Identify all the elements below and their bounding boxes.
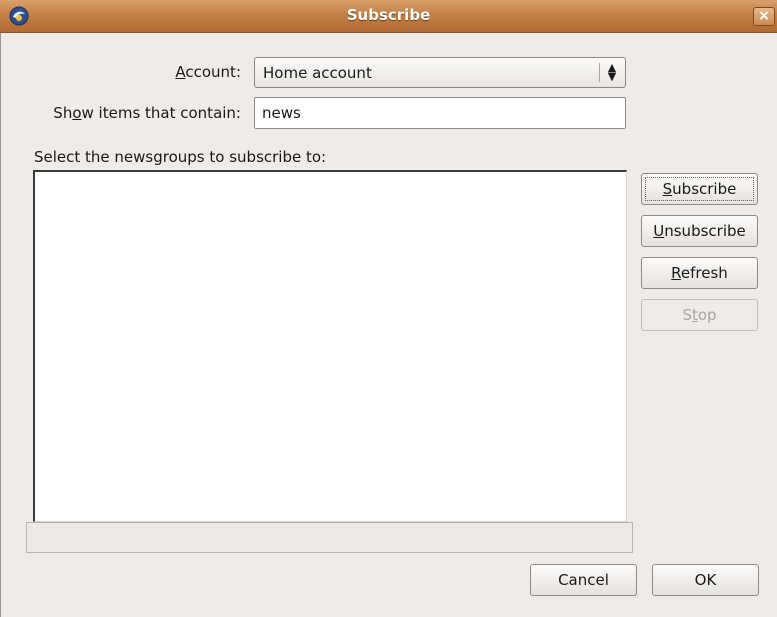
- cancel-button[interactable]: Cancel: [530, 564, 637, 596]
- close-button[interactable]: ×: [753, 7, 775, 26]
- updown-arrows-icon: ▲ ▼: [607, 61, 617, 83]
- ok-button[interactable]: OK: [652, 564, 759, 596]
- window-titlebar[interactable]: Subscribe ×: [0, 0, 777, 33]
- newsgroups-list-label: Select the newsgroups to subscribe to:: [34, 148, 327, 166]
- newsgroups-tree[interactable]: [33, 170, 627, 522]
- stop-button[interactable]: Stop: [641, 299, 758, 331]
- filter-label: Show items that contain:: [53, 104, 241, 122]
- account-select-value: Home account: [263, 64, 372, 82]
- select-divider: [599, 63, 600, 82]
- window-border: [0, 33, 1, 617]
- refresh-button[interactable]: Refresh: [641, 257, 758, 289]
- window-title: Subscribe: [346, 6, 431, 24]
- status-bar: [26, 522, 633, 553]
- subscribe-button[interactable]: Subscribe: [641, 173, 758, 205]
- account-select[interactable]: Home account ▲ ▼: [254, 57, 626, 88]
- account-label: Account:: [175, 63, 241, 81]
- close-icon: ×: [758, 8, 770, 24]
- unsubscribe-button[interactable]: Unsubscribe: [641, 215, 758, 247]
- filter-input[interactable]: news: [254, 97, 626, 129]
